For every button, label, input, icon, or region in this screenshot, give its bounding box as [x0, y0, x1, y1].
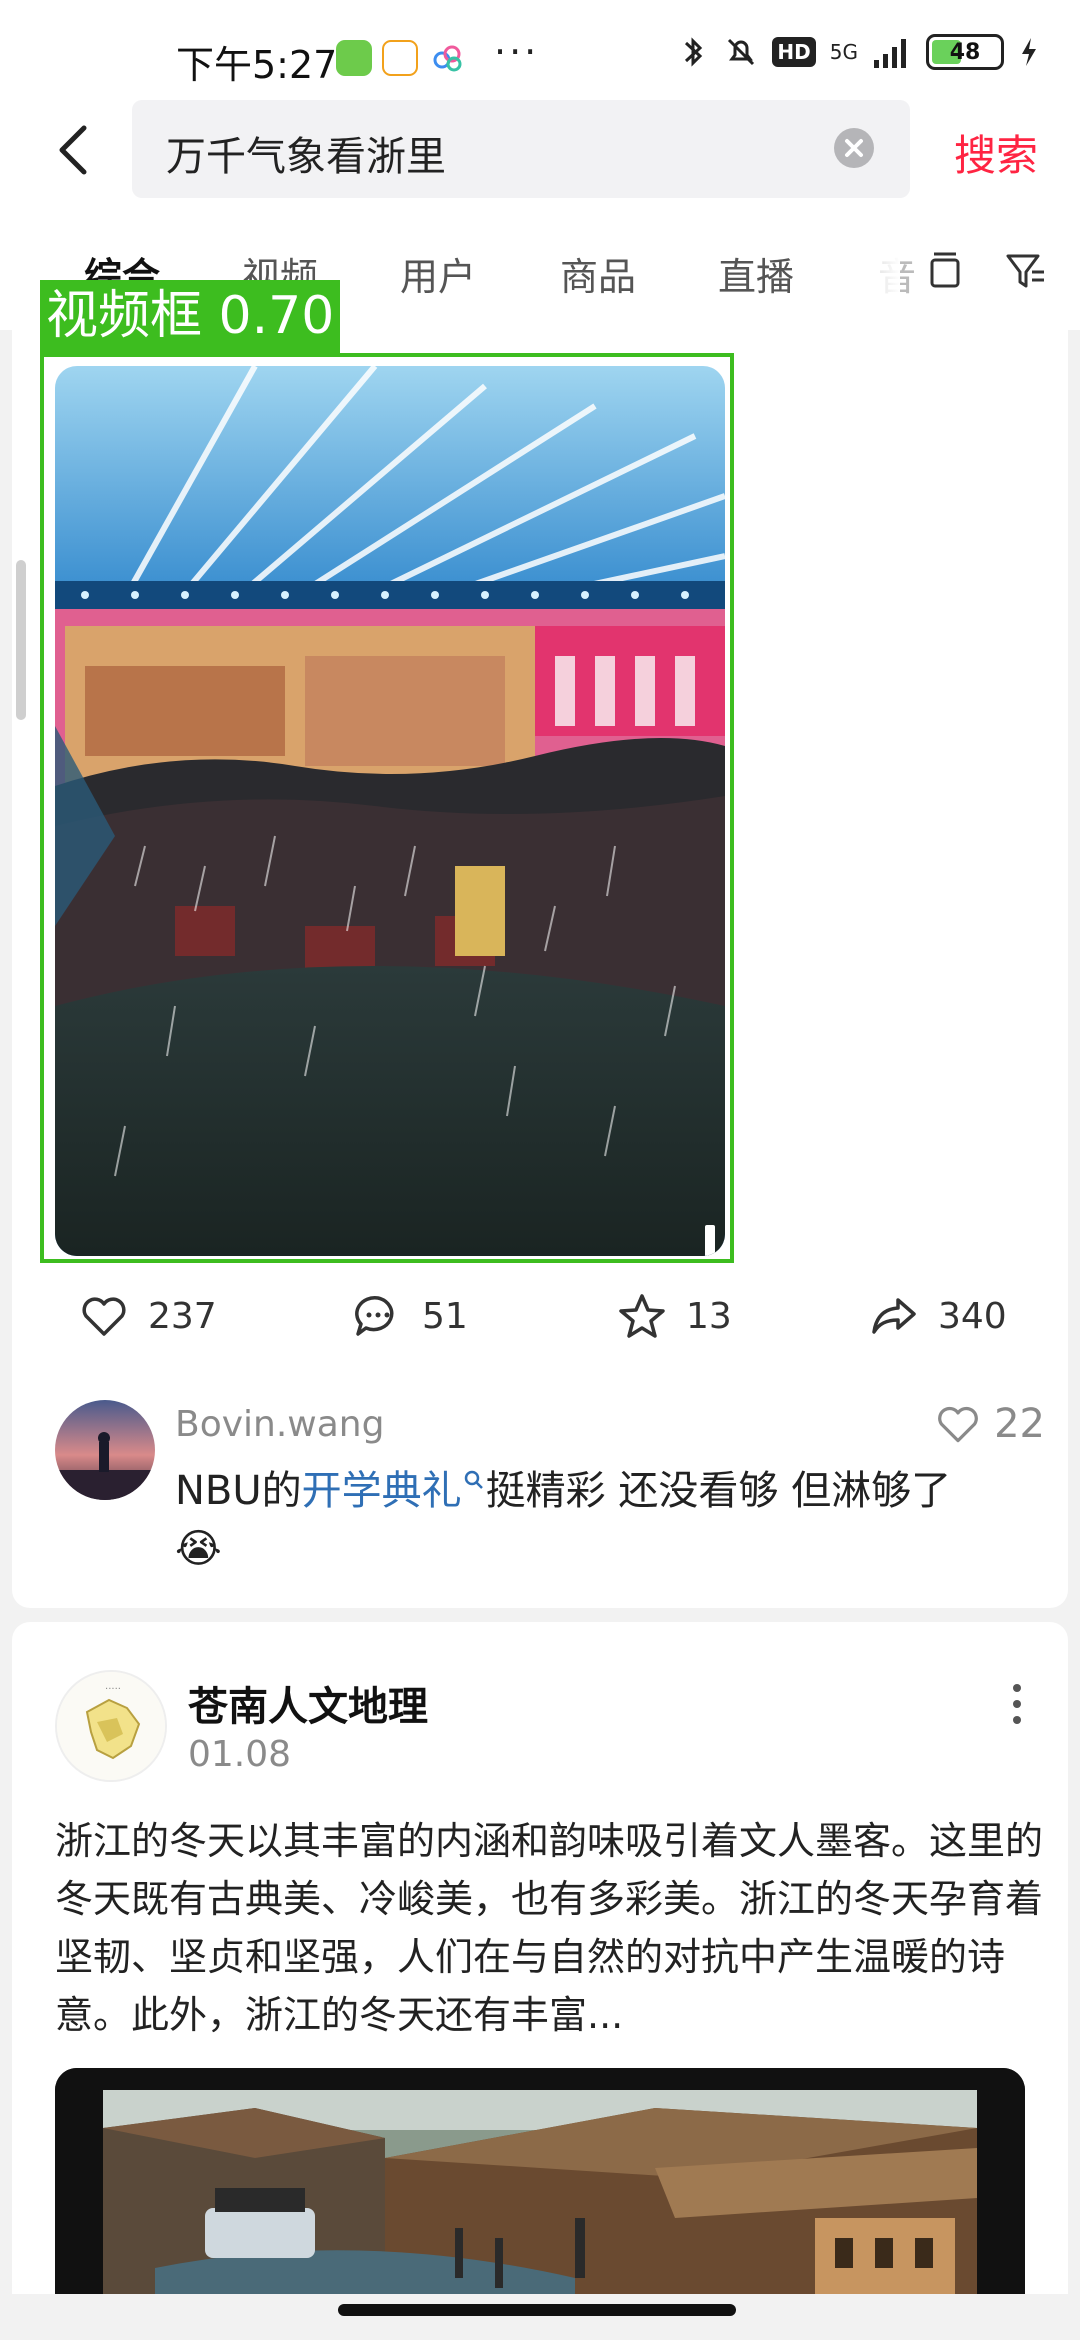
- like-count: 237: [148, 1295, 217, 1337]
- search-query: 万千气象看浙里: [166, 134, 446, 180]
- bluetooth-icon: [685, 37, 703, 67]
- favorite-button[interactable]: 13: [616, 1290, 732, 1342]
- avatar[interactable]: ·····: [55, 1670, 167, 1782]
- comment-icon: [355, 1296, 394, 1336]
- share-icon: [872, 1298, 916, 1334]
- detection-box: [40, 353, 734, 1263]
- post-text[interactable]: 浙江的冬天以其丰富的内涵和韵味吸引着文人墨客。这里的冬天既有古典美、冷峻美，也有…: [55, 1812, 1045, 2044]
- charging-icon: [1022, 38, 1036, 66]
- screen: 下午5:27 ··· HD 5G 48 万千气象看浙里 搜索 综合 视频 用户 …: [0, 0, 1080, 2340]
- app-notification-icon-wechat: [336, 40, 372, 76]
- scroll-indicator[interactable]: [16, 560, 26, 720]
- comment-button[interactable]: 51: [352, 1290, 468, 1342]
- heart-icon: [938, 1406, 978, 1443]
- comment-like-count: 22: [994, 1401, 1045, 1447]
- post-author[interactable]: 苍南人文地理: [188, 1674, 428, 1732]
- app-notification-icon-cloud: [430, 40, 466, 76]
- feed-card-post: ····· 苍南人文地理 01.08 浙江的冬天以其丰富的内涵和韵味吸引着文人墨…: [12, 1622, 1068, 2340]
- status-time: 下午5:27: [176, 43, 338, 87]
- system-navigation-bar: [0, 2294, 1080, 2340]
- network-type: 5G: [829, 40, 858, 64]
- back-button[interactable]: [46, 120, 106, 180]
- more-options-icon[interactable]: [1002, 1674, 1032, 1734]
- hd-badge: HD: [772, 37, 816, 67]
- app-notification-icon-58: [382, 40, 418, 76]
- search-header: 万千气象看浙里 搜索: [0, 100, 1080, 220]
- layout-toggle-icon[interactable]: [922, 248, 968, 294]
- post-actions: 237 51 13 340: [12, 1290, 1068, 1360]
- tab-users[interactable]: 用户: [400, 246, 476, 301]
- comment-topic-link[interactable]: 开学典礼: [302, 1468, 462, 1514]
- post-date: 01.08: [188, 1734, 292, 1775]
- heart-icon: [82, 1297, 126, 1336]
- like-button[interactable]: 237: [78, 1290, 217, 1342]
- crying-emoji: 😭: [175, 1526, 222, 1572]
- share-count: 340: [938, 1295, 1007, 1337]
- comment-text: NBU的开学典礼 挺精彩 还没看够 但淋够了 😭: [175, 1468, 952, 1572]
- svg-text:·····: ·····: [105, 1684, 121, 1695]
- close-icon: [845, 139, 863, 157]
- signal-icon: [874, 39, 906, 68]
- search-icon: [464, 1470, 483, 1489]
- tab-products[interactable]: 商品: [560, 246, 636, 301]
- battery-percentage: 48: [949, 39, 981, 65]
- search-input[interactable]: 万千气象看浙里: [132, 100, 910, 198]
- share-button[interactable]: 340: [868, 1290, 1007, 1342]
- search-button[interactable]: 搜索: [954, 122, 1038, 183]
- battery-indicator: 48: [926, 34, 1004, 70]
- tab-live[interactable]: 直播: [718, 246, 794, 301]
- avatar[interactable]: [55, 1400, 155, 1500]
- comment-username[interactable]: Bovin.wang: [175, 1404, 384, 1445]
- filter-icon[interactable]: [1002, 248, 1048, 294]
- status-bar: 下午5:27 ··· HD 5G 48: [0, 0, 1080, 100]
- star-icon: [619, 1294, 665, 1338]
- detection-label: 视频框 0.70: [40, 280, 341, 353]
- favorite-count: 13: [686, 1295, 732, 1337]
- comment-like-button[interactable]: 22: [934, 1400, 1045, 1448]
- comment-count: 51: [422, 1295, 468, 1337]
- mute-icon: [728, 38, 755, 66]
- more-notifications-icon: ···: [494, 30, 540, 74]
- clear-search-button[interactable]: [834, 128, 874, 168]
- home-indicator[interactable]: [338, 2304, 736, 2316]
